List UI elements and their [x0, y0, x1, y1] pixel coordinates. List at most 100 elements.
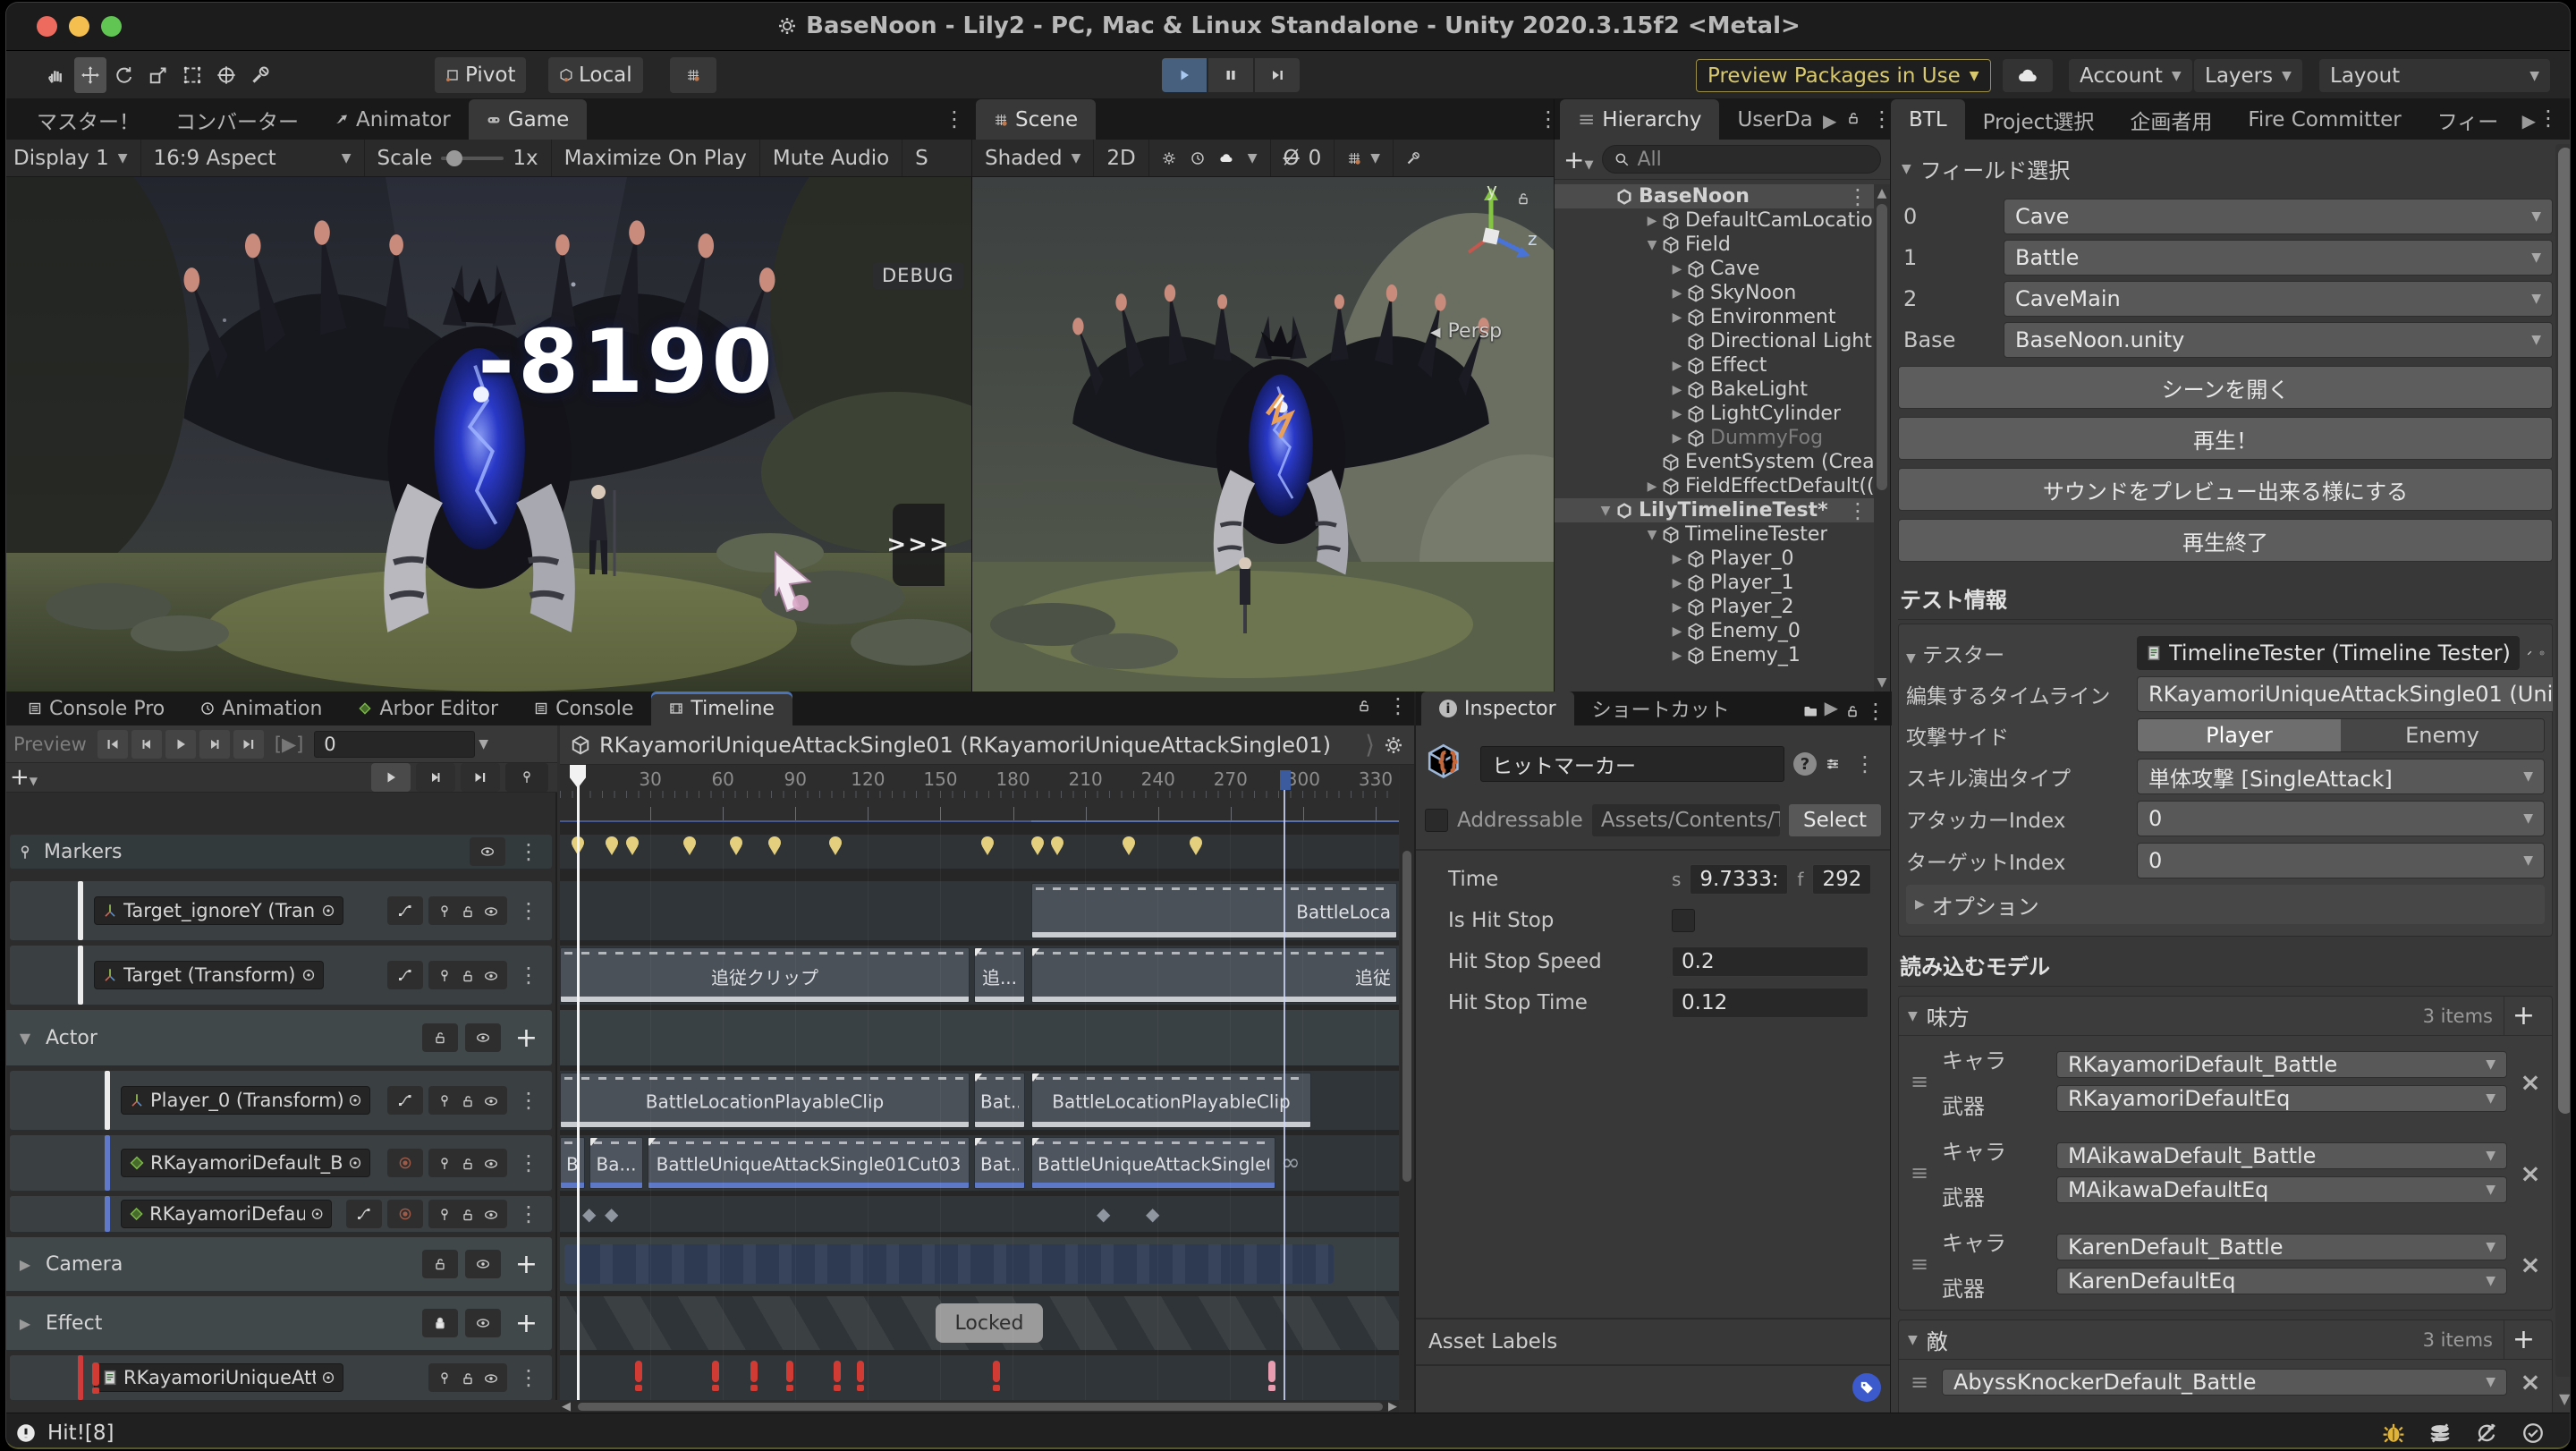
keyframe-diamond-icon[interactable]: ◆ — [1146, 1203, 1159, 1225]
skill-type-dropdown[interactable]: 単体攻撃 [SingleAttack]▼ — [2137, 759, 2545, 794]
btl-menu-icon[interactable]: ⋮ — [2532, 106, 2564, 131]
eye-toggle[interactable] — [470, 837, 505, 866]
action-button-[interactable]: 再生！ — [1898, 417, 2553, 460]
pause-button[interactable] — [1208, 58, 1253, 92]
hierarchy-item-effect[interactable]: ▶ Effect — [1555, 353, 1874, 378]
tab-console[interactable]: Console — [516, 692, 651, 726]
pivot-toggle-button[interactable]: Pivot — [435, 57, 526, 93]
keyframe-diamond-icon[interactable]: ◆ — [605, 1203, 618, 1225]
remove-item-button[interactable]: × — [2514, 1067, 2546, 1097]
expander-icon[interactable]: ▶ — [1667, 359, 1687, 373]
expander-icon[interactable]: ▶ — [1642, 214, 1662, 228]
lock-toggle[interactable] — [461, 903, 475, 920]
drag-handle-icon[interactable]: ≡ — [1904, 1069, 1935, 1094]
eye-toggle[interactable] — [484, 967, 498, 984]
scene-effects-icon[interactable] — [1219, 151, 1233, 165]
expander-icon[interactable]: ▶ — [1667, 383, 1687, 397]
move-tool-button[interactable] — [74, 57, 106, 93]
curves-button[interactable] — [387, 961, 423, 989]
object-picker-icon[interactable] — [2539, 644, 2545, 662]
inspector-lock-icon[interactable] — [1845, 704, 1860, 718]
presets-icon[interactable] — [1826, 757, 1840, 771]
tab-userdata[interactable]: UserDa — [1719, 99, 1830, 140]
hit-stop-time-field[interactable]: 0.12 — [1672, 988, 1868, 1018]
weapon-dropdown[interactable]: RKayamoriDefaultEq▼ — [2056, 1085, 2507, 1112]
track-header-markers[interactable]: Markers ⋮ — [10, 835, 552, 869]
timeline-clip-[interactable]: 追従クリップ — [560, 947, 970, 1003]
curves-button[interactable] — [387, 1086, 423, 1115]
stats-button-clipped[interactable]: S — [902, 140, 941, 176]
expander-icon[interactable]: ▶ — [1667, 600, 1687, 615]
chara-dropdown[interactable]: KarenDefault_Battle▼ — [2056, 1234, 2507, 1260]
track-name-box[interactable]: Target_ignoreY (Transf — [94, 896, 343, 925]
lock-toggle[interactable] — [461, 1206, 475, 1223]
hierarchy-item-lilytimelinetest[interactable]: ▼ LilyTimelineTest*⋮ — [1555, 498, 1874, 522]
expand-panel-button[interactable]: >>> — [893, 504, 945, 586]
add-to-group-button[interactable]: + — [508, 1308, 545, 1339]
step-button[interactable] — [1255, 58, 1300, 92]
tab-game[interactable]: Game — [469, 99, 587, 140]
layers-dropdown[interactable]: Layers▼ — [2194, 59, 2302, 92]
account-dropdown[interactable]: Account▼ — [2069, 59, 2192, 92]
local-toggle-button[interactable]: Local — [548, 57, 643, 93]
timeline-marker-icon[interactable] — [829, 836, 842, 849]
scroll-down-icon[interactable]: ▼ — [2559, 1390, 2570, 1407]
playhead[interactable] — [577, 765, 580, 1400]
context-menu-icon[interactable]: ⋮ — [1842, 184, 1874, 209]
hierarchy-item-dummyfog[interactable]: ▶ DummyFog — [1555, 426, 1874, 450]
add-to-group-button[interactable]: + — [508, 1249, 545, 1280]
hierarchy-item-cave[interactable]: ▶ Cave — [1555, 257, 1874, 281]
debugger-bug-icon[interactable] — [2382, 1421, 2405, 1445]
minimize-window-button[interactable] — [69, 16, 89, 37]
scale-tool-button[interactable] — [142, 57, 174, 93]
tab-[interactable]: 企画者用 — [2112, 99, 2230, 140]
expand-icon[interactable]: ▶ — [12, 1315, 38, 1332]
scene-viewport[interactable]: ◀Persp y z — [971, 177, 1554, 692]
hit-stop-speed-field[interactable]: 0.2 — [1672, 946, 1868, 977]
eye-toggle[interactable] — [465, 1250, 501, 1278]
expander-icon[interactable]: ▶ — [1667, 431, 1687, 445]
addressable-checkbox[interactable] — [1425, 809, 1448, 832]
hierarchy-item-bakelight[interactable]: ▶ BakeLight — [1555, 378, 1874, 402]
hierarchy-item-player-2[interactable]: ▶ Player_2 — [1555, 595, 1874, 619]
track-header-target-transform[interactable]: Target (Transform) ⋮ — [10, 946, 552, 1005]
auto-refresh-off-icon[interactable] — [2475, 1421, 2498, 1445]
tab-timeline[interactable]: Timeline — [651, 692, 792, 726]
hand-tool-button[interactable] — [40, 57, 72, 93]
hit-marker-icon[interactable] — [750, 1361, 758, 1382]
remove-item-button[interactable]: × — [2514, 1367, 2546, 1396]
maximize-on-play-button[interactable]: Maximize On Play — [552, 140, 760, 176]
target-index-dropdown[interactable]: 0▼ — [2137, 843, 2545, 878]
pin-toggle[interactable] — [437, 1155, 452, 1172]
component-menu-icon[interactable]: ⋮ — [1849, 751, 1881, 776]
ripple-mode-button[interactable] — [416, 763, 455, 792]
progress-check-icon[interactable] — [2521, 1421, 2545, 1445]
context-menu-icon[interactable]: ⋮ — [513, 963, 545, 988]
tab-inspector[interactable]: i Inspector — [1421, 692, 1574, 726]
hierarchy-item-fieldeffectdefault[interactable]: ▶ FieldEffectDefault(( — [1555, 474, 1874, 498]
eye-toggle[interactable] — [484, 903, 498, 920]
drag-handle-icon[interactable]: ≡ — [1904, 1160, 1935, 1185]
rect-tool-button[interactable] — [176, 57, 208, 93]
transform-tool-button[interactable] — [210, 57, 242, 93]
scroll-right-icon[interactable]: ▶ — [1388, 1400, 1397, 1413]
context-menu-icon[interactable]: ⋮ — [513, 839, 545, 864]
tab-arbor-editor[interactable]: Arbor Editor — [340, 692, 516, 726]
timeline-breadcrumb[interactable]: RKayamoriUniqueAttackSingle01 (RKayamori… — [560, 726, 1414, 765]
track-header-effect[interactable]: ▶ Effect + — [5, 1296, 552, 1350]
timeline-lock-icon[interactable] — [1357, 699, 1371, 713]
hierarchy-scrollbar[interactable]: ▲ ▼ — [1874, 184, 1890, 692]
drag-handle-icon[interactable]: ≡ — [1904, 1252, 1935, 1277]
lock-toggle[interactable] — [461, 1155, 475, 1172]
track-header-rkayamoridefault-b[interactable]: RKayamoriDefault_B ⋮ — [10, 1135, 552, 1191]
timeline-panel-menu-icon[interactable]: ⋮ — [1382, 693, 1414, 718]
grid-visibility-dropdown[interactable]: ▼ — [1335, 140, 1394, 176]
folder-icon[interactable] — [1803, 704, 1818, 718]
chara-dropdown[interactable]: RKayamoriDefault_Battle▼ — [2056, 1051, 2507, 1078]
hierarchy-item-skynoon[interactable]: ▶ SkyNoon — [1555, 281, 1874, 305]
track-header-rkayamoridefaul[interactable]: RKayamoriDefaul ⋮ — [10, 1196, 552, 1232]
action-button-[interactable]: サウンドをプレビュー出来る様にする — [1898, 468, 2553, 511]
hit-marker-icon[interactable] — [857, 1361, 864, 1382]
hierarchy-item-enemy-1[interactable]: ▶ Enemy_1 — [1555, 643, 1874, 667]
scroll-down-icon[interactable]: ▼ — [1876, 675, 1888, 690]
